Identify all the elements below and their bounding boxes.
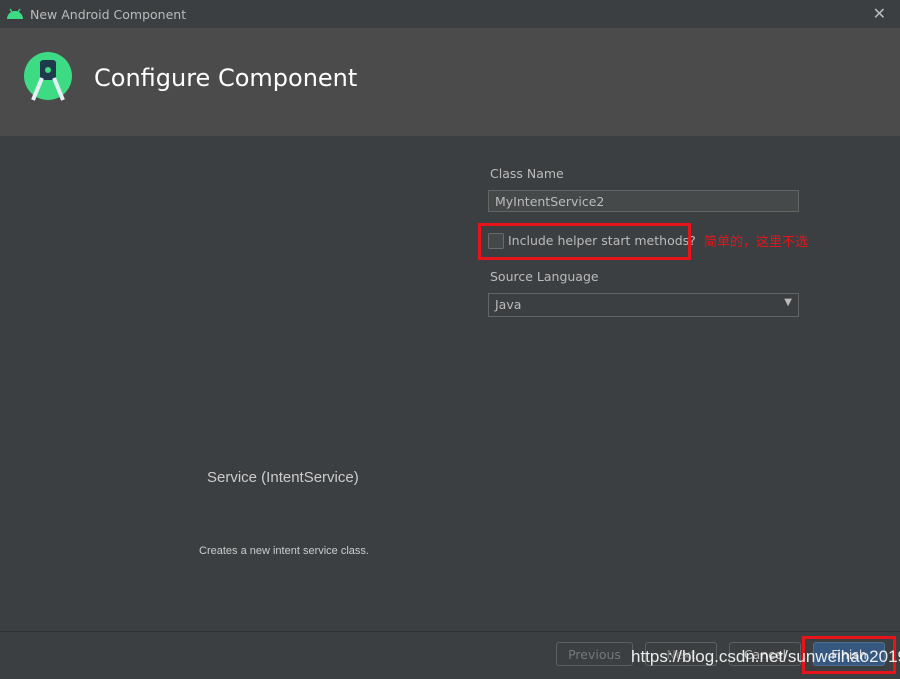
annotation-text: 简单的，这里不选 — [704, 235, 809, 250]
android-studio-logo — [24, 52, 72, 101]
chevron-down-icon: ▼ — [784, 297, 792, 308]
previous-button[interactable]: Previous — [556, 642, 633, 666]
class-name-label: Class Name — [490, 166, 564, 181]
source-language-value: Java — [495, 297, 522, 312]
title-bar: New Android Component ✕ — [0, 0, 900, 28]
class-name-input[interactable]: MyIntentService2 — [488, 190, 799, 212]
source-language-label: Source Language — [490, 269, 599, 284]
window-title: New Android Component — [30, 6, 187, 22]
close-icon[interactable]: ✕ — [873, 4, 886, 23]
highlight-box — [478, 223, 691, 260]
source-language-select[interactable]: Java ▼ — [488, 293, 799, 317]
header: Configure Component — [0, 28, 900, 136]
android-icon — [7, 8, 23, 19]
watermark: https://blog.csdn.net/sunweihao2019 — [631, 647, 900, 666]
page-title: Configure Component — [94, 64, 358, 92]
preview-title: Service (IntentService) — [207, 469, 359, 486]
preview-description: Creates a new intent service class. — [199, 545, 369, 557]
